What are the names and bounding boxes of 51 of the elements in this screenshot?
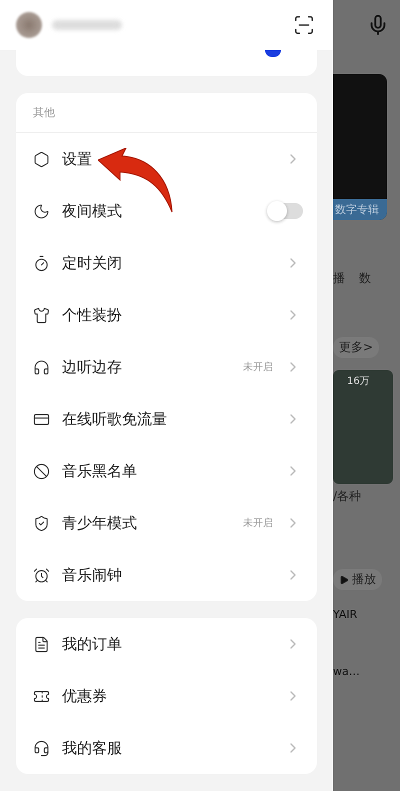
menu-item[interactable]: 夜间模式	[16, 185, 317, 237]
menu-label: 优惠券	[62, 686, 108, 706]
headset-icon	[33, 740, 50, 756]
play-count: 16万	[347, 375, 370, 388]
document-icon	[33, 636, 50, 652]
menu-label: 我的订单	[62, 634, 123, 654]
menu-label: 设置	[62, 150, 93, 168]
menu-item[interactable]: 边听边存 未开启	[16, 341, 317, 393]
play-icon	[339, 574, 349, 584]
avatar[interactable]	[16, 12, 42, 38]
menu-label: 夜间模式	[62, 202, 123, 220]
menu-item[interactable]: 青少年模式 未开启	[16, 497, 317, 549]
menu-item[interactable]: 优惠券	[16, 670, 317, 722]
settings-icon	[33, 150, 50, 168]
headphones-icon	[33, 358, 50, 376]
menu-item[interactable]: 定时关闭	[16, 237, 317, 289]
menu-label: 青少年模式	[62, 514, 138, 532]
scan-icon[interactable]	[293, 14, 315, 36]
menu-item[interactable]: 我的客服	[16, 722, 317, 774]
play-button[interactable]: 播放	[333, 569, 382, 590]
shield-check-icon	[33, 514, 50, 532]
toggle-switch[interactable]	[269, 203, 303, 219]
menu-item[interactable]: 设置	[16, 133, 317, 185]
menu-label: 个性装扮	[62, 306, 123, 324]
menu-item[interactable]: 个性装扮	[16, 289, 317, 341]
shirt-icon	[33, 306, 50, 324]
shortcut-label: 数	[359, 270, 371, 287]
stopwatch-icon	[33, 254, 50, 272]
menu-item[interactable]: 在线听歌免流量	[16, 393, 317, 445]
menu-item[interactable]: 音乐闹钟	[16, 549, 317, 601]
menu-item[interactable]: 音乐黑名单	[16, 445, 317, 497]
menu-item[interactable]: 我的订单	[16, 618, 317, 670]
song-title: wa…	[333, 665, 361, 678]
section-title: 其他	[16, 93, 317, 133]
menu-label: 在线听歌免流量	[62, 410, 168, 428]
artist-name: YAIR	[333, 608, 358, 621]
more-button[interactable]: 更多>	[333, 337, 380, 358]
menu-label: 我的客服	[62, 738, 123, 758]
menu-label: 定时关闭	[62, 254, 123, 272]
status-text: 未开启	[243, 360, 273, 374]
menu-label: 边听边存	[62, 358, 123, 376]
menu-label: 音乐黑名单	[62, 462, 138, 480]
shortcut-label: 播	[333, 270, 345, 287]
blurred-username	[52, 20, 122, 30]
moon-icon	[33, 202, 50, 220]
alarm-clock-icon	[33, 566, 50, 584]
album-caption: 数字专辑	[333, 199, 387, 220]
menu-label: 音乐闹钟	[62, 566, 123, 584]
status-text: 未开启	[243, 516, 273, 530]
ban-icon	[33, 462, 50, 480]
playlist-title: /各种	[333, 488, 362, 505]
